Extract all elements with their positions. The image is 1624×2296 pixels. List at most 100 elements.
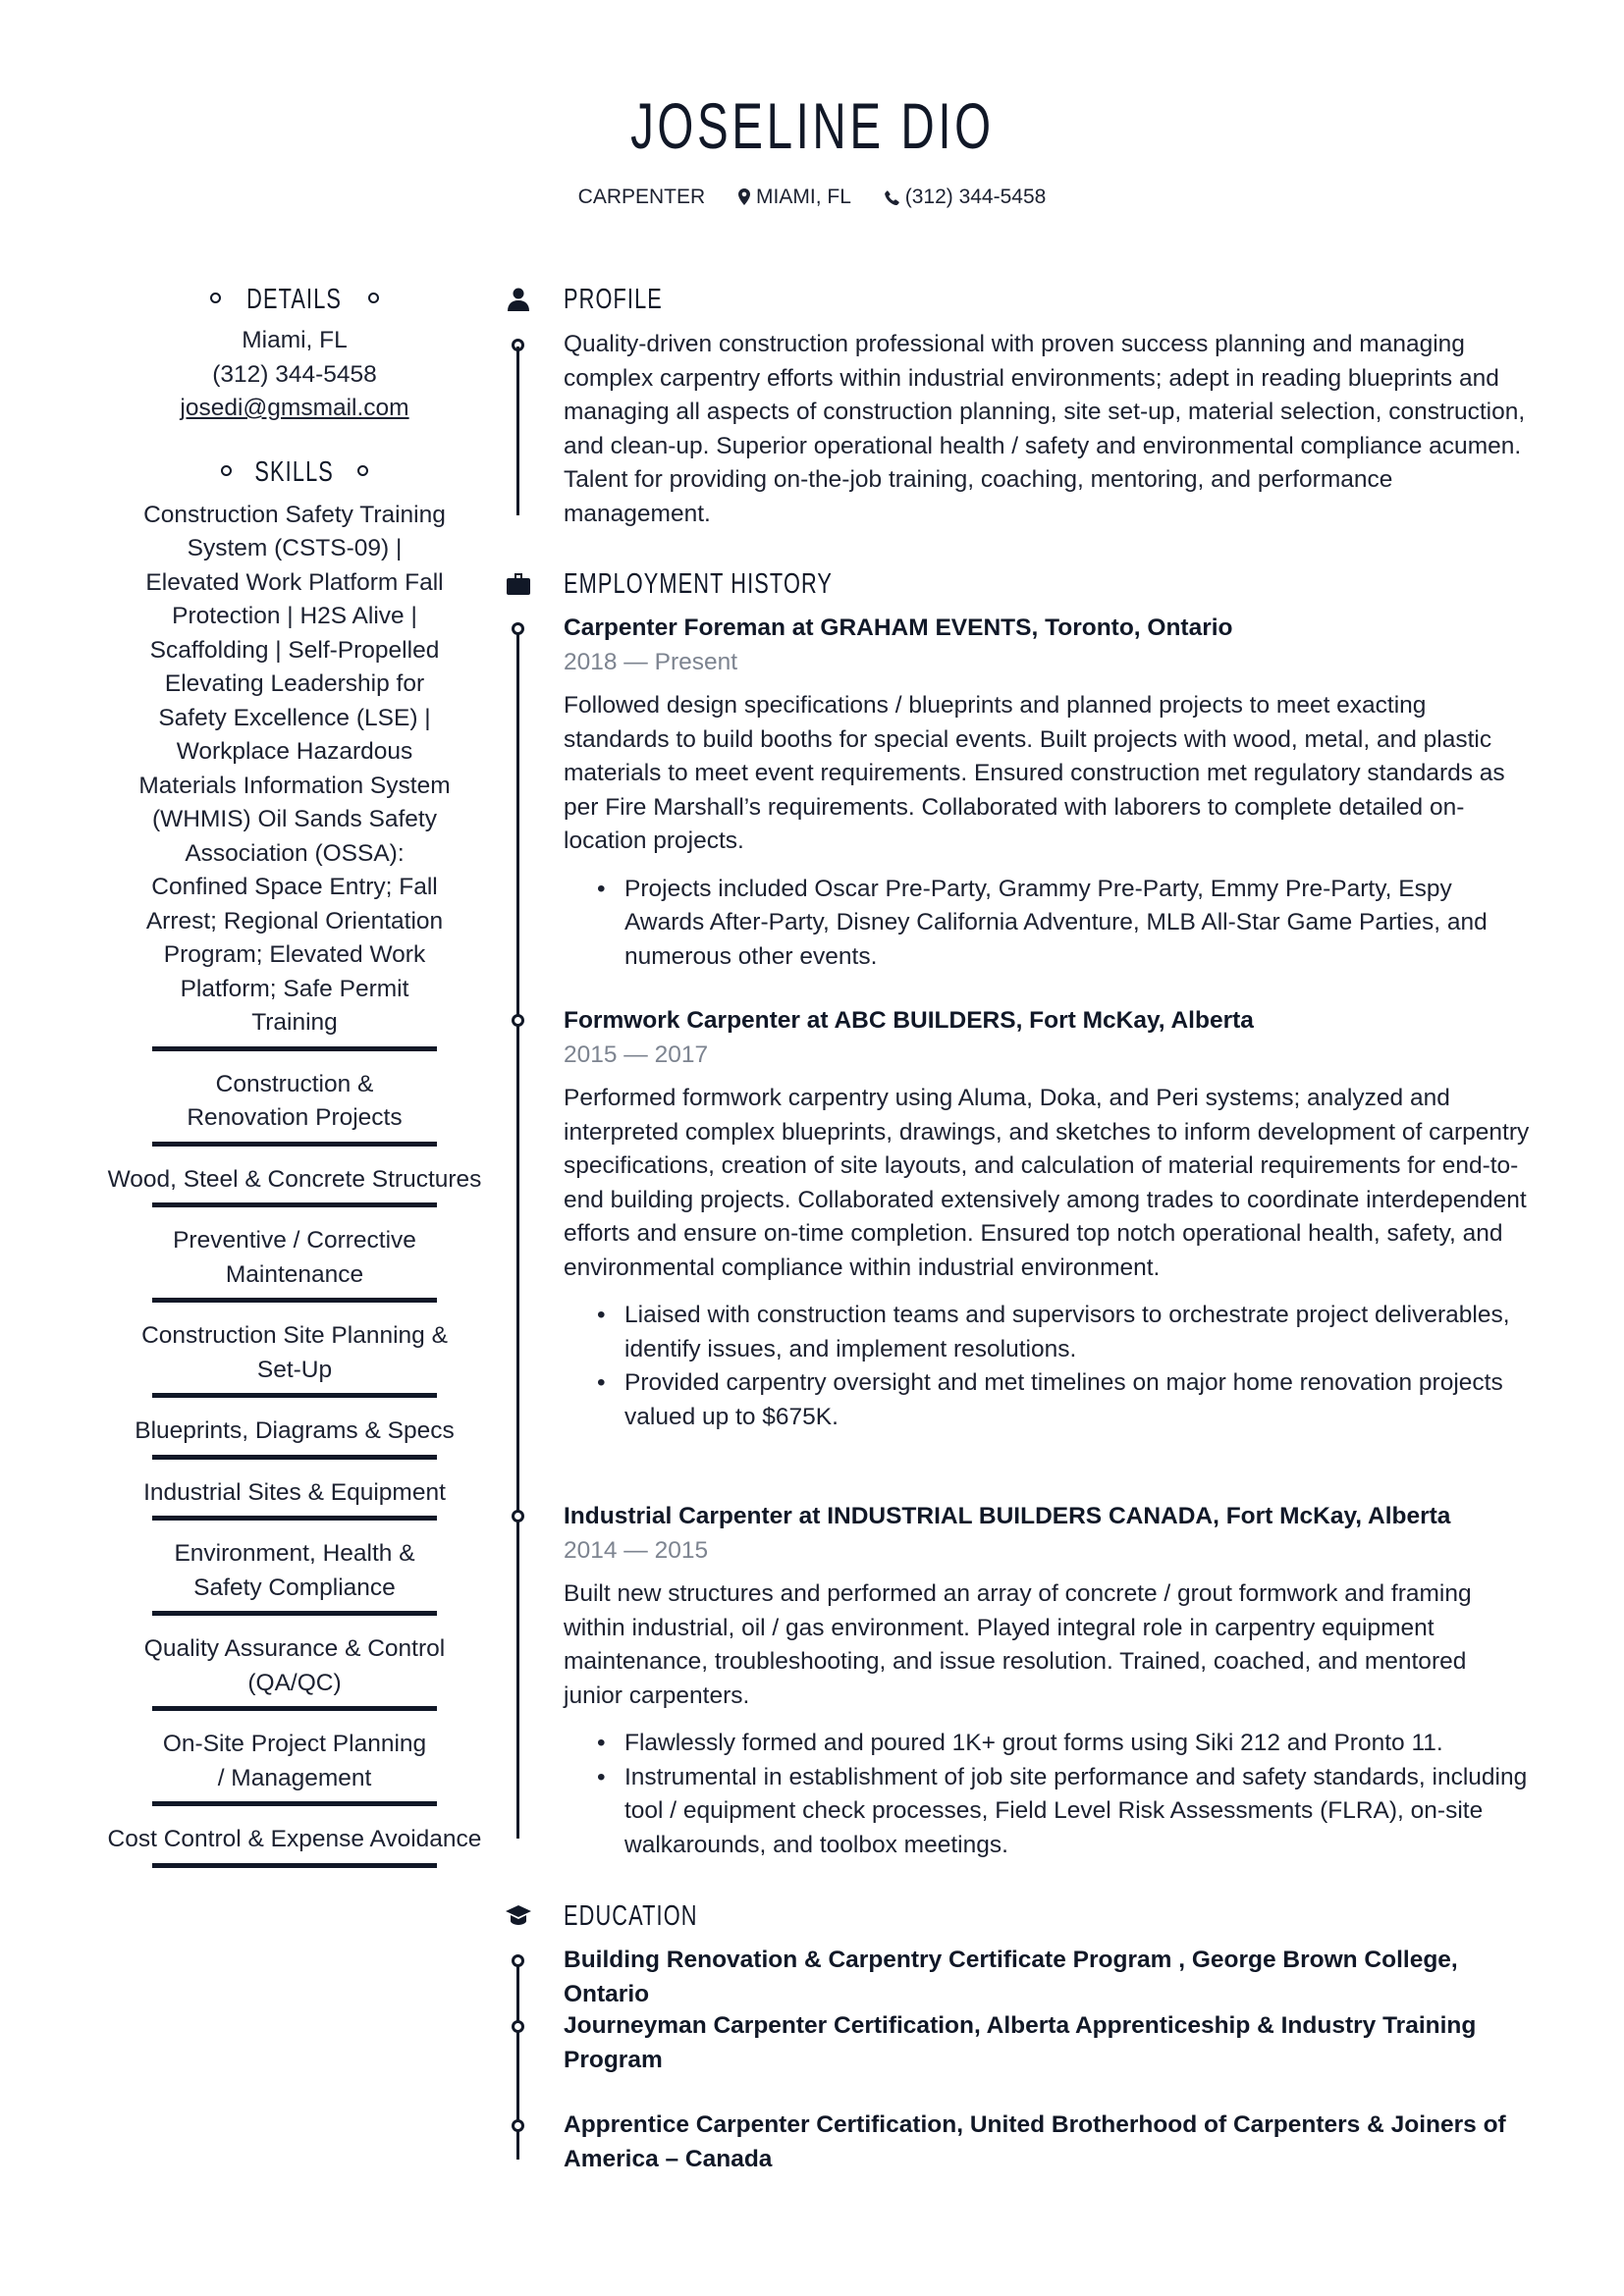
skill-item: Environment, Health & Safety Compliance [98,1537,491,1616]
job-description: Built new structures and performed an ar… [564,1580,1472,1709]
job-bullet: Projects included Oscar Pre-Party, Gramm… [597,873,1531,975]
skills-section: SKILLS Construction Safety Training Syst… [98,448,491,1868]
profile-section: Quality-driven construction professional… [564,328,1531,531]
job-title: CARPENTER [577,186,706,208]
job-title: Formwork Carpenter at ABC BUILDERS, Fort… [564,1007,1254,1034]
candidate-name: JOSELINE DIO [629,89,995,162]
timeline-node [512,2020,524,2033]
skill-name: Construction Site Planning & Set-Up [141,1322,448,1383]
skill-level-fill [152,1516,437,1521]
education-title: Apprentice Carpenter Certification, Unit… [564,2111,1506,2172]
skill-level-bar [152,1454,437,1460]
job-bullet: Instrumental in establishment of job sit… [597,1761,1531,1863]
header-phone: (312) 344-5458 [884,183,1047,214]
job-bullet: Liaised with construction teams and supe… [597,1299,1531,1366]
skill-level-bar [152,1706,437,1711]
job-description: Followed design specifications / bluepri… [564,692,1505,854]
skill-item: Construction Safety Training System (CST… [98,499,491,1051]
skill-name: Environment, Health & Safety Compliance [174,1540,415,1601]
skill-level-fill [152,1141,437,1147]
skill-level-fill [152,1393,437,1398]
skill-item: Cost Control & Expense Avoidance [98,1823,491,1868]
timeline-node [512,1510,524,1522]
skill-name: On-Site Project Planning / Management [162,1731,427,1791]
ring-ornament-icon [367,293,379,303]
timeline-node [512,2119,524,2132]
skill-level-fill [152,1298,437,1303]
skills-heading: SKILLS [98,448,491,497]
details-heading: DETAILS [98,275,491,324]
timeline-node [512,622,524,635]
skill-item: Construction & Renovation Projects [98,1068,491,1147]
timeline-node [512,1014,524,1027]
job-dates: 2018 — Present [564,648,738,675]
job-entry: Carpenter Foreman at GRAHAM EVENTS, Toro… [564,612,1531,974]
details-section: DETAILS Miami, FL (312) 344-5458 josedi@… [98,275,491,426]
job-description: Performed formwork carpentry using Aluma… [564,1085,1530,1281]
header-location: MIAMI, FL [738,183,851,214]
person-icon [496,280,541,319]
ring-ornament-icon [356,464,368,476]
skill-level-fill [152,1611,437,1616]
skill-level-bar [152,1862,437,1868]
timeline-line [516,630,519,1839]
skill-name: Construction & Renovation Projects [187,1070,403,1132]
ring-ornament-icon [221,464,233,476]
job-title: Industrial Carpenter at INDUSTRIAL BUILD… [564,1503,1451,1529]
briefcase-icon [496,564,541,604]
skill-level-fill [152,1202,437,1207]
skill-item: Quality Assurance & Control (QA/QC) [98,1632,491,1711]
graduation-cap-icon [496,1896,541,1936]
skill-item: On-Site Project Planning / Management [98,1728,491,1806]
education-entry: Journeyman Carpenter Certification, Albe… [564,2009,1506,2077]
skill-level-fill [152,1454,437,1460]
employment-heading: EMPLOYMENT HISTORY [496,564,832,604]
job-dates: 2014 — 2015 [564,1536,709,1564]
details-email-link[interactable]: josedi@gmsmail.com [180,395,408,421]
profile-heading: PROFILE [496,280,662,319]
skill-item: Preventive / Corrective Maintenance [98,1224,491,1303]
skill-name: Wood, Steel & Concrete Structures [107,1165,482,1193]
details-phone: (312) 344-5458 [212,360,377,388]
map-pin-icon [738,185,751,214]
education-entry: Building Renovation & Carpentry Certific… [564,1944,1531,2011]
skill-list: Construction & Renovation Projects Wood, … [98,1068,491,1868]
skill-name: Industrial Sites & Equipment [143,1478,446,1506]
header-phone-text: (312) 344-5458 [904,186,1047,208]
ring-ornament-icon [210,293,222,303]
skill-level-bar [152,1393,437,1398]
education-entry: Apprentice Carpenter Certification, Unit… [564,2109,1506,2176]
details-city: Miami, FL [242,327,348,353]
job-bullets: Liaised with construction teams and supe… [564,1299,1531,1434]
skill-name: Quality Assurance & Control (QA/QC) [143,1635,446,1696]
skill-level-bar [152,1516,437,1521]
skill-item: Blueprints, Diagrams & Specs [98,1415,491,1460]
skill-name: Blueprints, Diagrams & Specs [135,1417,455,1444]
skill-name: Cost Control & Expense Avoidance [107,1826,482,1852]
skill-level-bar [152,1202,437,1207]
job-bullets: Projects included Oscar Pre-Party, Gramm… [564,873,1531,975]
skill-level-fill [152,1862,437,1868]
skill-name: Preventive / Corrective Maintenance [173,1227,416,1288]
timeline-line [516,347,519,515]
job-title: Carpenter Foreman at GRAHAM EVENTS, Toro… [564,614,1233,641]
header-subtitle: CARPENTER MIAMI, FL (312) 344-5458 [0,183,1624,214]
skill-level-fill [152,1045,437,1051]
phone-icon [884,185,899,214]
profile-text: Quality-driven construction professional… [564,331,1526,527]
job-bullet: Provided carpentry oversight and met tim… [597,1366,1531,1434]
education-heading: EDUCATION [496,1896,696,1936]
skill-name: Construction Safety Training System (CST… [138,501,451,1037]
skill-level-bar [152,1611,437,1616]
skill-level-bar [152,1141,437,1147]
job-bullets: Flawlessly formed and poured 1K+ grout f… [564,1727,1531,1862]
header-location-text: MIAMI, FL [756,186,851,208]
skill-level-bar [152,1298,437,1303]
education-title: Building Renovation & Carpentry Certific… [564,1947,1458,2007]
skill-item: Industrial Sites & Equipment [98,1476,491,1521]
skill-level-fill [152,1801,437,1806]
job-dates: 2015 — 2017 [564,1041,709,1068]
skill-level-bar [152,1045,437,1051]
timeline-node [512,1954,524,1967]
job-entry: Formwork Carpenter at ABC BUILDERS, Fort… [564,1004,1531,1434]
